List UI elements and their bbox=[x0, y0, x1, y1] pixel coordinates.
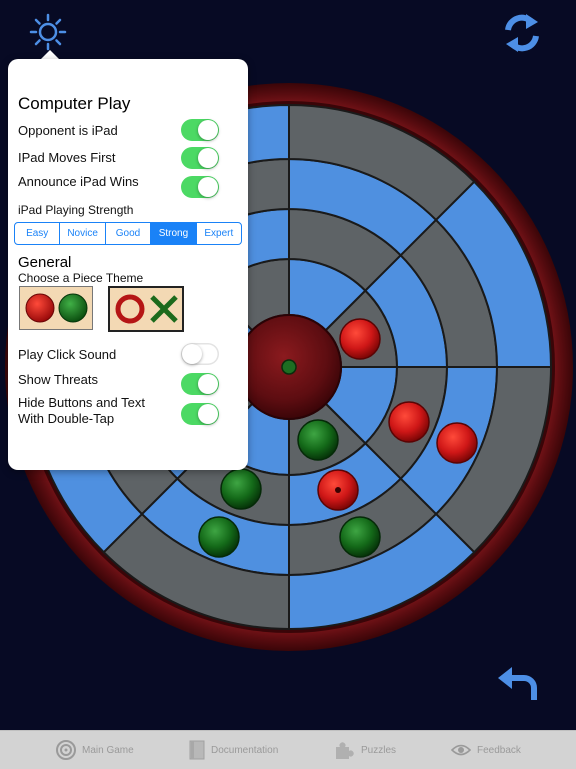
green-piece bbox=[220, 468, 262, 510]
strength-label: iPad Playing Strength bbox=[18, 203, 134, 217]
hide-buttons-label-line1: Hide Buttons and Text bbox=[18, 395, 145, 410]
settings-button[interactable] bbox=[28, 12, 68, 52]
refresh-icon bbox=[505, 14, 539, 52]
red-piece bbox=[388, 401, 430, 443]
theme-pieces-option[interactable] bbox=[19, 286, 93, 330]
o-x-icon bbox=[115, 294, 178, 324]
opponent-toggle[interactable] bbox=[181, 119, 219, 141]
tab-feedback-label: Feedback bbox=[477, 744, 521, 756]
tab-puzzles-label: Puzzles bbox=[361, 744, 397, 756]
sun-icon bbox=[29, 13, 67, 51]
toggle-knob bbox=[198, 374, 218, 394]
green-piece bbox=[297, 419, 339, 461]
ipad-first-label: IPad Moves First bbox=[18, 150, 116, 165]
show-threats-toggle[interactable] bbox=[181, 373, 219, 395]
green-piece bbox=[198, 516, 240, 558]
strength-good[interactable]: Good bbox=[104, 223, 150, 244]
tab-main-game[interactable]: Main Game bbox=[56, 731, 134, 769]
red-green-pieces-icon bbox=[25, 293, 88, 323]
toggle-knob bbox=[198, 404, 218, 424]
strength-strong[interactable]: Strong bbox=[150, 223, 196, 244]
settings-popover: Computer Play Opponent is iPad IPad Move… bbox=[8, 59, 248, 470]
target-icon bbox=[56, 740, 76, 760]
refresh-button[interactable] bbox=[502, 12, 542, 54]
computer-play-heading: Computer Play bbox=[18, 94, 131, 113]
tab-documentation-label: Documentation bbox=[211, 744, 279, 756]
red-piece bbox=[436, 422, 478, 464]
red-piece bbox=[339, 318, 381, 360]
toggle-knob bbox=[182, 344, 202, 364]
tab-puzzles[interactable]: Puzzles bbox=[333, 731, 396, 769]
theme-label: Choose a Piece Theme bbox=[18, 271, 144, 285]
ipad-first-toggle[interactable] bbox=[181, 147, 219, 169]
board-hub bbox=[236, 314, 342, 420]
hide-buttons-label-line2: With Double-Tap bbox=[18, 411, 115, 426]
theme-xo-option[interactable] bbox=[108, 286, 184, 332]
tab-documentation[interactable]: Documentation bbox=[189, 731, 278, 769]
eye-icon bbox=[451, 744, 471, 756]
toggle-knob bbox=[198, 148, 218, 168]
general-heading: General bbox=[18, 254, 72, 271]
opponent-label: Opponent is iPad bbox=[18, 123, 118, 138]
puzzle-icon bbox=[336, 742, 354, 759]
toggle-knob bbox=[198, 120, 218, 140]
last-move-marker bbox=[335, 487, 341, 493]
strength-segmented-control: Easy Novice Good Strong Expert bbox=[14, 222, 242, 245]
show-threats-label: Show Threats bbox=[18, 372, 98, 387]
toggle-knob bbox=[198, 177, 218, 197]
tab-bar: Main Game Documentation Puzzles Feedback bbox=[0, 730, 576, 769]
undo-icon bbox=[498, 667, 537, 700]
undo-button[interactable] bbox=[496, 664, 540, 704]
hide-buttons-toggle[interactable] bbox=[181, 403, 219, 425]
click-sound-toggle[interactable] bbox=[181, 343, 219, 365]
green-piece bbox=[339, 516, 381, 558]
tab-main-game-label: Main Game bbox=[82, 744, 134, 756]
click-sound-label: Play Click Sound bbox=[18, 347, 117, 362]
strength-novice[interactable]: Novice bbox=[59, 223, 104, 244]
tab-feedback[interactable]: Feedback bbox=[451, 731, 521, 769]
announce-toggle[interactable] bbox=[181, 176, 219, 198]
strength-easy[interactable]: Easy bbox=[15, 223, 59, 244]
announce-label: Announce iPad Wins bbox=[18, 174, 139, 189]
document-icon bbox=[189, 740, 205, 760]
strength-expert[interactable]: Expert bbox=[195, 223, 241, 244]
